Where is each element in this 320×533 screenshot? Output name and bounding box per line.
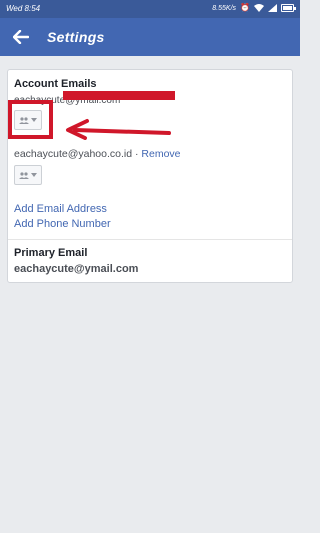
battery-icon bbox=[281, 4, 296, 12]
network-speed: 8.55K/s bbox=[212, 4, 237, 12]
privacy-selector-button[interactable] bbox=[14, 165, 42, 185]
redaction-bar bbox=[63, 91, 175, 100]
email-row-2: eachaycute@yahoo.co.id · Remove bbox=[14, 148, 181, 160]
app-bar: Settings bbox=[0, 18, 300, 56]
add-phone-link[interactable]: Add Phone Number bbox=[14, 218, 111, 230]
wifi-icon bbox=[254, 4, 264, 12]
account-emails-title: Account Emails bbox=[14, 78, 97, 90]
annotation-arrow-icon bbox=[66, 119, 171, 140]
primary-email-value[interactable]: eachaycute@ymail.com bbox=[14, 263, 138, 275]
caret-down-icon bbox=[31, 173, 37, 177]
arrow-left-icon bbox=[13, 30, 29, 44]
email-address-2: eachaycute@yahoo.co.id bbox=[14, 148, 133, 160]
alarm-icon: ⏰ bbox=[240, 3, 250, 12]
status-time: Wed 8:54 bbox=[6, 4, 41, 13]
status-icons: 8.55K/s ⏰ bbox=[212, 3, 296, 13]
status-bar: Wed 8:54 8.55K/s ⏰ bbox=[0, 0, 300, 18]
back-button[interactable] bbox=[8, 25, 34, 49]
primary-email-title: Primary Email bbox=[14, 247, 88, 259]
add-email-link[interactable]: Add Email Address bbox=[14, 203, 107, 215]
signal-icon bbox=[268, 4, 277, 12]
separator: · bbox=[135, 148, 139, 160]
remove-email-link[interactable]: Remove bbox=[141, 148, 180, 160]
divider bbox=[8, 239, 292, 240]
account-emails-card: Account Emails eachaycute@ymail.com each… bbox=[7, 69, 293, 283]
annotation-highlight-box bbox=[8, 100, 53, 139]
page-title: Settings bbox=[47, 29, 105, 45]
friends-icon bbox=[19, 171, 29, 179]
